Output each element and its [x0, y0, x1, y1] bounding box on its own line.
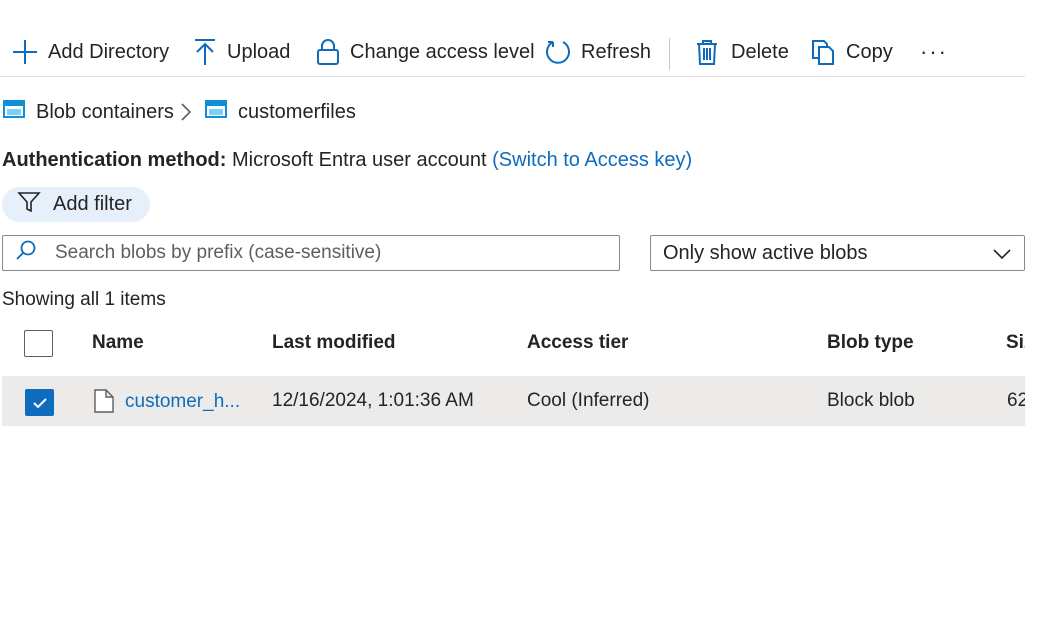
column-header-name[interactable]: Name	[92, 332, 144, 354]
trash-icon	[696, 39, 718, 65]
table-clip-edge	[1025, 320, 1039, 440]
file-icon	[93, 389, 115, 419]
select-all-checkbox[interactable]	[24, 330, 53, 357]
breadcrumb-current-label: customerfiles	[238, 100, 356, 123]
blob-state-dropdown[interactable]: Only show active blobs	[650, 235, 1025, 271]
filter-icon	[17, 191, 41, 219]
blob-size: 62	[1007, 390, 1025, 411]
auth-method-label: Authentication method:	[2, 149, 227, 171]
blob-type: Block blob	[827, 390, 915, 411]
table-row[interactable]: customer_h... 12/16/2024, 1:01:36 AM Coo…	[2, 376, 1025, 426]
add-directory-button[interactable]: Add Directory	[12, 30, 169, 74]
column-header-blob-type[interactable]: Blob type	[827, 332, 914, 354]
search-box	[2, 235, 620, 271]
row-checkbox[interactable]	[25, 389, 54, 416]
chevron-right-icon	[180, 102, 192, 128]
upload-label: Upload	[227, 40, 291, 63]
container-icon	[3, 100, 25, 124]
search-input[interactable]	[53, 241, 597, 265]
switch-to-access-key-link[interactable]: (Switch to Access key)	[492, 149, 692, 171]
blob-name-link[interactable]: customer_h...	[125, 391, 240, 413]
change-access-level-button[interactable]: Change access level	[316, 30, 535, 74]
copy-label: Copy	[846, 40, 893, 63]
breadcrumb-root-label: Blob containers	[36, 100, 174, 123]
results-count: Showing all 1 items	[2, 289, 166, 310]
refresh-button[interactable]: Refresh	[545, 30, 651, 74]
refresh-icon	[545, 39, 571, 65]
auth-method-line: Authentication method: Microsoft Entra u…	[2, 149, 692, 172]
container-icon	[205, 100, 227, 124]
command-bar: Add Directory Upload Change access level…	[0, 30, 1025, 77]
table-header: Name Last modified Access tier Blob type…	[2, 324, 1039, 366]
toolbar-divider	[669, 38, 670, 70]
breadcrumb-blob-containers[interactable]: Blob containers	[3, 98, 174, 126]
add-directory-label: Add Directory	[48, 40, 170, 63]
copy-button[interactable]: Copy	[811, 30, 893, 74]
add-filter-button[interactable]: Add filter	[2, 187, 150, 222]
blob-state-selected: Only show active blobs	[663, 241, 868, 264]
auth-method-value: Microsoft Entra user account	[232, 149, 487, 171]
add-filter-label: Add filter	[53, 193, 132, 215]
breadcrumb-customerfiles: customerfiles	[205, 98, 356, 126]
upload-button[interactable]: Upload	[193, 30, 290, 74]
blob-access-tier: Cool (Inferred)	[527, 390, 650, 411]
plus-icon	[12, 39, 38, 65]
change-access-level-label: Change access level	[350, 40, 535, 63]
more-options-button[interactable]: ···	[918, 32, 950, 72]
copy-icon	[811, 39, 835, 65]
upload-icon	[193, 38, 217, 66]
delete-label: Delete	[731, 40, 789, 63]
blob-last-modified: 12/16/2024, 1:01:36 AM	[272, 390, 474, 411]
column-header-access-tier[interactable]: Access tier	[527, 332, 628, 354]
lock-icon	[316, 38, 340, 66]
refresh-label: Refresh	[581, 40, 652, 63]
column-header-last-modified[interactable]: Last modified	[272, 332, 396, 354]
chevron-down-icon	[992, 245, 1012, 267]
delete-button[interactable]: Delete	[696, 30, 789, 74]
search-icon	[15, 239, 37, 267]
